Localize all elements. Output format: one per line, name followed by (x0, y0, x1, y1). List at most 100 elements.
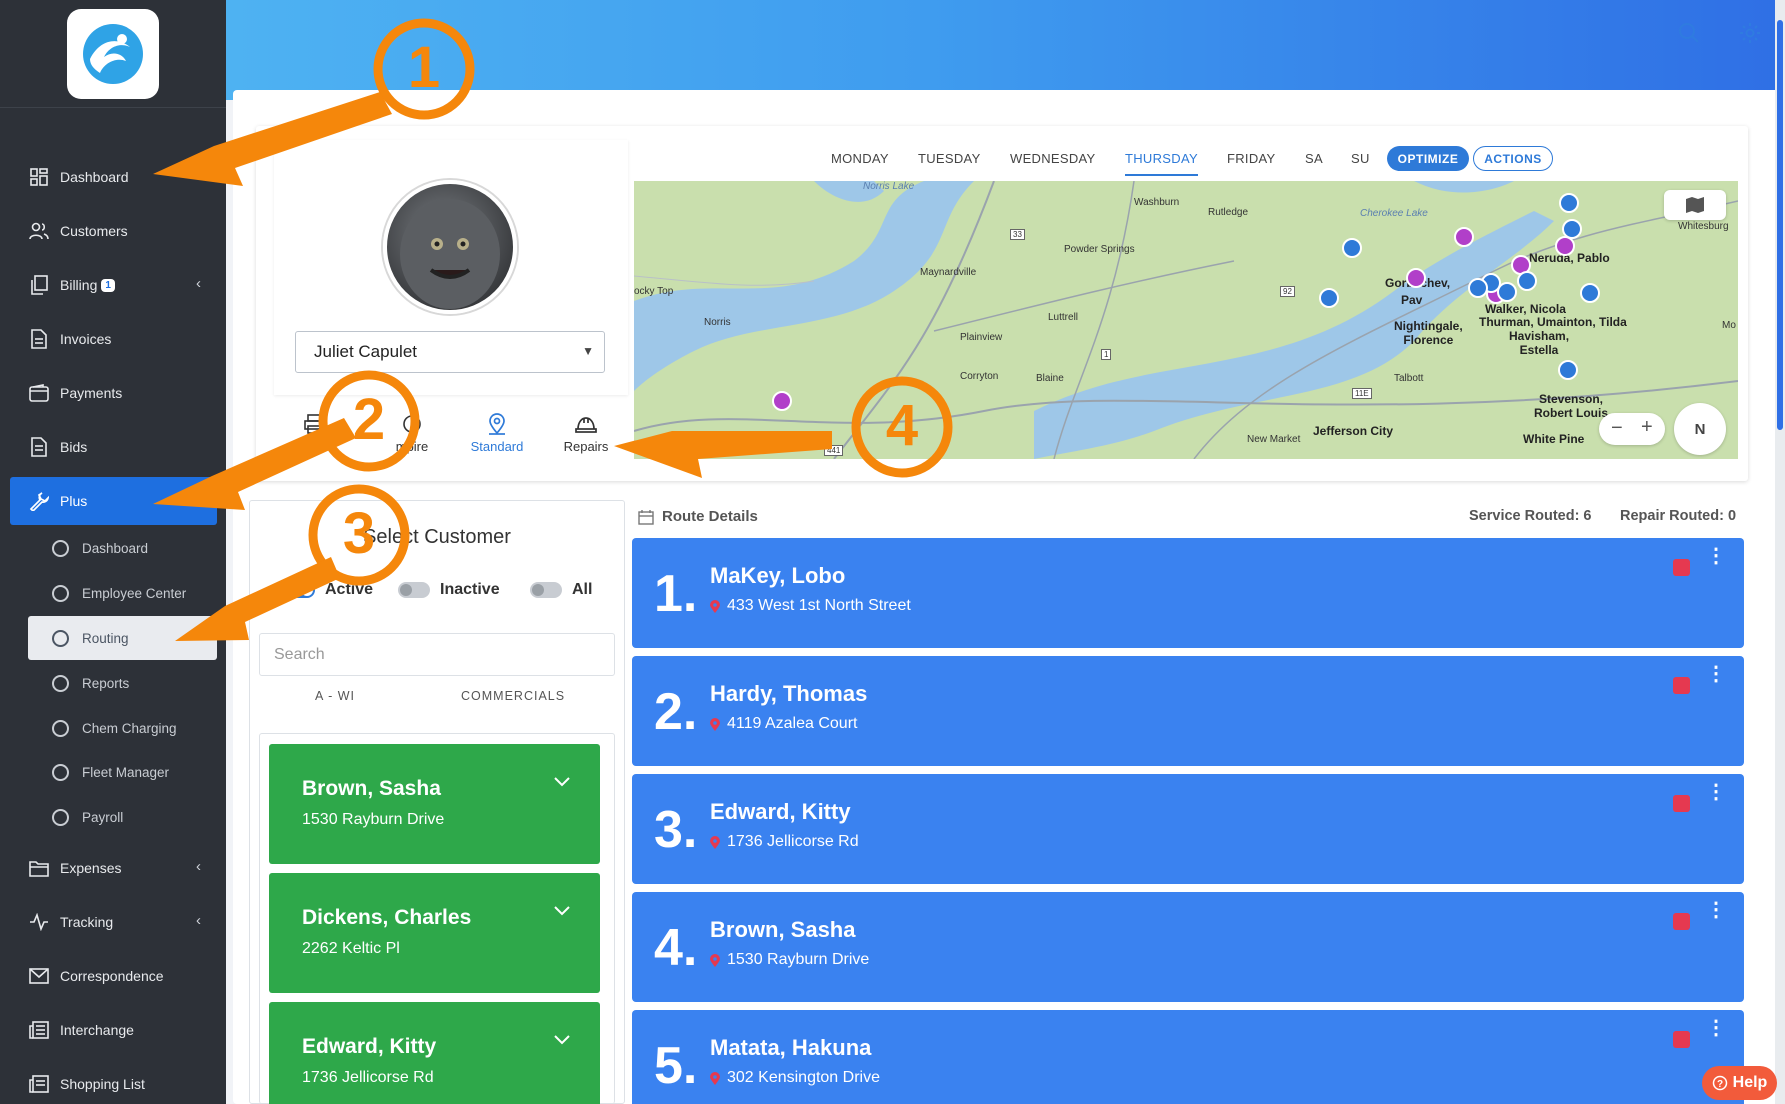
actions-button[interactable]: ACTIONS (1473, 146, 1553, 171)
map-layers-button[interactable] (1664, 190, 1726, 220)
toggle-inactive[interactable]: Inactive (398, 581, 500, 599)
map-label-maynardville: Maynardville (920, 267, 977, 278)
route-stop-card[interactable]: 3. Edward, Kitty 1736 Jellicorse Rd ⋮ (632, 774, 1744, 884)
trash-icon[interactable] (1673, 795, 1690, 812)
sidebar-item-interchange[interactable]: Interchange (10, 1006, 217, 1054)
zoom-out-icon[interactable]: − (1611, 417, 1623, 440)
map-label-talbott: Talbott (1394, 373, 1424, 384)
sidebar-item-expenses[interactable]: Expenses ‹ (10, 844, 217, 892)
compass-button[interactable]: N (1674, 403, 1726, 455)
plus-sub-employee-center[interactable]: Employee Center (28, 571, 217, 615)
technician-select[interactable]: Juliet Capulet ▼ (295, 331, 605, 373)
more-vertical-icon[interactable]: ⋮ (1706, 546, 1726, 566)
tab-friday[interactable]: FRIDAY (1227, 151, 1276, 166)
map-label-thurman: Thurman, Umainton, Tilda (1479, 315, 1627, 329)
zoom-in-icon[interactable]: + (1641, 416, 1653, 439)
customer-card[interactable]: Dickens, Charles 2262 Keltic Pl (269, 873, 600, 993)
chevron-down-icon: ▼ (582, 344, 594, 358)
route-map[interactable]: Norris Lake Washburn Rutledge Cherokee L… (634, 181, 1738, 459)
sidebar-item-tracking[interactable]: Tracking ‹ (10, 898, 217, 946)
app-logo[interactable] (67, 8, 159, 99)
chevron-down-icon[interactable] (554, 1032, 570, 1050)
toggle-switch[interactable] (283, 582, 315, 598)
sidebar-item-label: Bids (60, 439, 88, 455)
customer-card[interactable]: Brown, Sasha 1530 Rayburn Drive (269, 744, 600, 864)
plus-sub-fleet-manager[interactable]: Fleet Manager (28, 750, 217, 794)
customer-name: Dickens, Charles (302, 906, 472, 929)
sidebar-item-invoices[interactable]: Invoices (10, 315, 217, 363)
route-stop-card[interactable]: 2. Hardy, Thomas 4119 Azalea Court ⋮ (632, 656, 1744, 766)
toggle-switch[interactable] (530, 582, 562, 598)
customer-card[interactable]: Edward, Kitty 1736 Jellicorse Rd (269, 1002, 600, 1104)
sidebar-item-label: Correspondence (60, 968, 164, 984)
toggle-active[interactable]: Active (283, 581, 373, 599)
plus-sub-routing[interactable]: Routing (28, 616, 217, 660)
mode-standard[interactable]: Standard (457, 413, 537, 454)
tab-thursday[interactable]: THURSDAY (1125, 151, 1198, 176)
route-stop-number: 5. (654, 1037, 698, 1095)
more-vertical-icon[interactable]: ⋮ (1706, 900, 1726, 920)
route-stop-card[interactable]: 4. Brown, Sasha 1530 Rayburn Drive ⋮ (632, 892, 1744, 1002)
help-label: Help (1732, 1074, 1768, 1091)
customer-address: 2262 Keltic Pl (302, 940, 400, 957)
trash-icon[interactable] (1673, 559, 1690, 576)
chevron-left-icon: ‹ (196, 858, 201, 875)
map-label-pav: Pav (1401, 293, 1423, 307)
sidebar-item-billing[interactable]: Billing 1 ‹ (10, 261, 217, 309)
more-vertical-icon[interactable]: ⋮ (1706, 664, 1726, 684)
route-stop-name: Brown, Sasha (710, 917, 856, 942)
sidebar-item-bids[interactable]: Bids (10, 423, 217, 471)
customer-address: 1736 Jellicorse Rd (302, 1069, 434, 1086)
printer-icon (304, 414, 324, 434)
route-stop-card[interactable]: 1. MaKey, Lobo 433 West 1st North Street… (632, 538, 1744, 648)
trash-icon[interactable] (1673, 677, 1690, 694)
search-icon[interactable] (1678, 22, 1704, 48)
toggle-all[interactable]: All (530, 581, 592, 599)
chevron-down-icon[interactable] (554, 903, 570, 921)
scrollbar-thumb[interactable] (1777, 20, 1783, 430)
plus-sub-dashboard[interactable]: Dashboard (28, 526, 217, 570)
sidebar-item-dashboard[interactable]: Dashboard (10, 153, 217, 201)
toggle-switch[interactable] (398, 582, 430, 598)
route-stop-address-text: 433 West 1st North Street (727, 597, 911, 614)
tab-a-wi[interactable]: A - WI (315, 689, 355, 703)
tab-saturday[interactable]: SA (1305, 151, 1323, 166)
route-stop-number: 1. (654, 565, 698, 623)
search-placeholder: Search (274, 645, 325, 663)
mode-label: Standard (470, 439, 524, 454)
map-icon (1686, 197, 1704, 213)
optimize-button[interactable]: OPTIMIZE (1387, 146, 1469, 171)
route-shield-11e: 11E (1352, 388, 1372, 399)
route-stop-card[interactable]: 5. Matata, Hakuna 302 Kensington Drive ⋮ (632, 1010, 1744, 1104)
route-stop-name: Matata, Hakuna (710, 1035, 872, 1060)
mode-repairs[interactable]: Repairs (546, 413, 626, 454)
tab-monday[interactable]: MONDAY (831, 151, 889, 166)
sidebar-item-plus[interactable]: Plus (10, 477, 217, 525)
plus-sub-payroll[interactable]: Payroll (28, 795, 217, 839)
customer-search-input[interactable]: Search (259, 633, 615, 676)
tab-sunday[interactable]: SU (1351, 151, 1370, 166)
sidebar-item-correspondence[interactable]: Correspondence (10, 952, 217, 1000)
trash-icon[interactable] (1673, 913, 1690, 930)
sidebar-item-label: Invoices (60, 331, 112, 347)
sidebar-item-label: Tracking (60, 914, 114, 930)
route-details-header: Route Details (638, 508, 758, 525)
trash-icon[interactable] (1673, 1031, 1690, 1048)
zoom-controls[interactable]: − + (1599, 413, 1665, 445)
chevron-down-icon[interactable] (554, 774, 570, 792)
svg-text:?: ? (1717, 1079, 1723, 1090)
tab-tuesday[interactable]: TUESDAY (918, 151, 981, 166)
more-vertical-icon[interactable]: ⋮ (1706, 782, 1726, 802)
more-vertical-icon[interactable]: ⋮ (1706, 1018, 1726, 1038)
tab-commercials[interactable]: COMMERCIALS (461, 689, 565, 703)
gear-icon[interactable] (1739, 22, 1765, 48)
plus-sub-chem-charging[interactable]: Chem Charging (28, 706, 217, 750)
map-label-gorbachev: Gorbachev, (1385, 276, 1451, 290)
help-button[interactable]: ? Help (1702, 1066, 1777, 1100)
tab-wednesday[interactable]: WEDNESDAY (1010, 151, 1096, 166)
sidebar-item-payments[interactable]: Payments (10, 369, 217, 417)
plus-sub-reports[interactable]: Reports (28, 661, 217, 705)
page-scrollbar[interactable] (1775, 0, 1785, 1104)
sidebar-item-shopping-list[interactable]: Shopping List (10, 1060, 217, 1104)
sidebar-item-customers[interactable]: Customers (10, 207, 217, 255)
